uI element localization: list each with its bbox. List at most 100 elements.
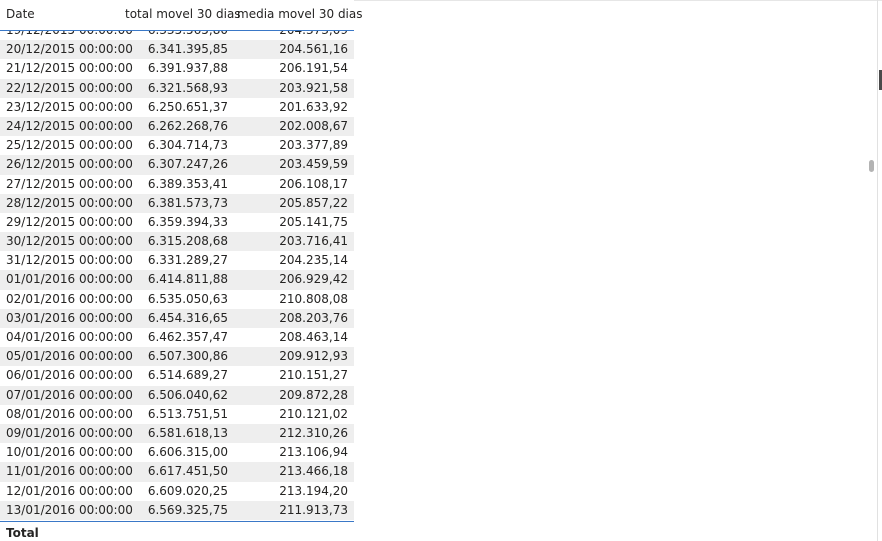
column-header-date[interactable]: Date	[6, 7, 35, 21]
cell-media-movel: 204.235,14	[279, 253, 348, 268]
cell-date: 29/12/2015 00:00:00	[6, 214, 133, 229]
cell-media-movel: 206.191,54	[279, 61, 348, 76]
table-row[interactable]: 06/01/2016 00:00:00 6.514.689,27 210.151,2…	[0, 366, 354, 385]
column-header-total-movel[interactable]: total movel 30 dias	[125, 7, 241, 21]
cell-date: 23/12/2015 00:00:00	[6, 99, 133, 114]
cell-media-movel: 210.808,08	[279, 291, 348, 306]
cell-total-movel: 6.514.689,27	[147, 368, 228, 383]
cell-media-movel: 203.459,59	[279, 157, 348, 172]
table-row[interactable]: 02/01/2016 00:00:00 6.535.050,63 210.808,0…	[0, 290, 354, 309]
cell-date: 08/01/2016 00:00:00	[6, 406, 133, 421]
cell-media-movel: 206.929,42	[279, 272, 348, 287]
cell-media-movel: 205.141,75	[279, 214, 348, 229]
cell-total-movel: 6.341.395,85	[147, 42, 228, 57]
cell-total-movel: 6.535.050,63	[147, 291, 228, 306]
table-row[interactable]: 12/01/2016 00:00:00 6.609.020,25 213.194,2…	[0, 482, 354, 501]
cell-media-movel: 202.008,67	[279, 118, 348, 133]
cell-date: 10/01/2016 00:00:00	[6, 445, 133, 460]
cell-total-movel: 6.609.020,25	[147, 483, 228, 498]
cell-date: 05/01/2016 00:00:00	[6, 349, 133, 364]
cell-media-movel: 208.203,76	[279, 310, 348, 325]
cell-total-movel: 6.513.751,51	[147, 406, 228, 421]
table-body[interactable]: 19/12/2015 00:00:00 6.335.565,80 204.373,0…	[0, 31, 354, 520]
table-row[interactable]: 30/12/2015 00:00:00 6.315.208,68 203.716,4…	[0, 232, 354, 252]
column-header-media-movel[interactable]: media movel 30 dias	[237, 7, 363, 21]
total-label: Total	[6, 526, 39, 540]
cell-date: 12/01/2016 00:00:00	[6, 483, 133, 498]
cell-media-movel: 209.912,93	[279, 349, 348, 364]
cell-date: 03/01/2016 00:00:00	[6, 310, 133, 325]
table-row[interactable]: 04/01/2016 00:00:00 6.462.357,47 208.463,1…	[0, 328, 354, 347]
cell-date: 11/01/2016 00:00:00	[6, 464, 133, 479]
table-row[interactable]: 13/01/2016 00:00:00 6.569.325,75 211.913,7…	[0, 500, 354, 520]
cell-media-movel: 209.872,28	[279, 387, 348, 402]
visual-edge-divider	[877, 0, 878, 541]
cell-date: 09/01/2016 00:00:00	[6, 425, 133, 440]
table-row[interactable]: 25/12/2015 00:00:00 6.304.714,73 203.377,8…	[0, 136, 354, 155]
cell-date: 20/12/2015 00:00:00	[6, 42, 133, 57]
table-header: Date total movel 30 dias media movel 30 …	[0, 0, 363, 31]
cell-media-movel: 203.921,58	[279, 80, 348, 95]
cell-date: 25/12/2015 00:00:00	[6, 138, 133, 153]
cell-total-movel: 6.307.247,26	[147, 157, 228, 172]
table-row[interactable]: 01/01/2016 00:00:00 6.414.811,88 206.929,4…	[0, 270, 354, 290]
table-row[interactable]: 11/01/2016 00:00:00 6.617.451,50 213.466,1…	[0, 462, 354, 482]
cell-total-movel: 6.606.315,00	[147, 445, 228, 460]
table-row[interactable]: 21/12/2015 00:00:00 6.391.937,88 206.191,5…	[0, 59, 354, 78]
cell-media-movel: 205.857,22	[279, 195, 348, 210]
cell-date: 31/12/2015 00:00:00	[6, 253, 133, 268]
cell-media-movel: 210.121,02	[279, 406, 348, 421]
scrollbar-thumb[interactable]	[869, 160, 874, 172]
table-row[interactable]: 05/01/2016 00:00:00 6.507.300,86 209.912,9…	[0, 347, 354, 367]
table-row[interactable]: 22/12/2015 00:00:00 6.321.568,93 203.921,5…	[0, 78, 354, 98]
header-divider	[354, 0, 882, 1]
table-row[interactable]: 27/12/2015 00:00:00 6.389.353,41 206.108,1…	[0, 175, 354, 194]
table-row[interactable]: 23/12/2015 00:00:00 6.250.651,37 201.633,9…	[0, 98, 354, 117]
vertical-scrollbar[interactable]	[868, 0, 876, 541]
cell-total-movel: 6.391.937,88	[147, 61, 228, 76]
cell-total-movel: 6.581.618,13	[147, 425, 228, 440]
table-row[interactable]: 29/12/2015 00:00:00 6.359.394,33 205.141,7…	[0, 213, 354, 232]
cell-media-movel: 203.377,89	[279, 138, 348, 153]
table-row[interactable]: 07/01/2016 00:00:00 6.506.040,62 209.872,2…	[0, 385, 354, 405]
table-row[interactable]: 20/12/2015 00:00:00 6.341.395,85 204.561,1…	[0, 40, 354, 60]
table-rows: 19/12/2015 00:00:00 6.335.565,80 204.373,0…	[0, 31, 354, 520]
cell-total-movel: 6.304.714,73	[147, 138, 228, 153]
cell-date: 21/12/2015 00:00:00	[6, 61, 133, 76]
cell-total-movel: 6.321.568,93	[147, 80, 228, 95]
cell-total-movel: 6.462.357,47	[147, 330, 228, 344]
cell-date: 30/12/2015 00:00:00	[6, 234, 133, 249]
table-row[interactable]: 26/12/2015 00:00:00 6.307.247,26 203.459,5…	[0, 155, 354, 175]
cell-date: 27/12/2015 00:00:00	[6, 176, 133, 191]
cell-total-movel: 6.617.451,50	[147, 464, 228, 479]
table-row[interactable]: 31/12/2015 00:00:00 6.331.289,27 204.235,1…	[0, 251, 354, 270]
cell-total-movel: 6.414.811,88	[147, 272, 228, 287]
cell-media-movel: 208.463,14	[279, 330, 348, 344]
cell-media-movel: 210.151,27	[279, 368, 348, 383]
cell-media-movel: 204.373,09	[279, 31, 348, 37]
table-row[interactable]: 24/12/2015 00:00:00 6.262.268,76 202.008,6…	[0, 116, 354, 137]
cell-media-movel: 213.466,18	[279, 464, 348, 479]
cell-media-movel: 211.913,73	[279, 502, 348, 517]
table-row[interactable]: 09/01/2016 00:00:00 6.581.618,13 212.310,2…	[0, 423, 354, 444]
cell-total-movel: 6.359.394,33	[147, 214, 228, 229]
cell-media-movel: 204.561,16	[279, 42, 348, 57]
cell-total-movel: 6.569.325,75	[147, 502, 228, 517]
cell-media-movel: 201.633,92	[279, 99, 348, 114]
cell-date: 04/01/2016 00:00:00	[6, 330, 133, 344]
table-row[interactable]: 03/01/2016 00:00:00 6.454.316,65 208.203,7…	[0, 308, 354, 328]
cell-total-movel: 6.335.565,80	[148, 31, 228, 37]
table-row[interactable]: 10/01/2016 00:00:00 6.606.315,00 213.106,9…	[0, 443, 354, 462]
cell-date: 26/12/2015 00:00:00	[6, 157, 133, 172]
cell-date: 02/01/2016 00:00:00	[6, 291, 133, 306]
cell-date: 28/12/2015 00:00:00	[6, 195, 133, 210]
cell-total-movel: 6.250.651,37	[147, 99, 228, 114]
cell-total-movel: 6.331.289,27	[147, 253, 228, 268]
cell-date: 01/01/2016 00:00:00	[6, 272, 133, 287]
table-row[interactable]: 28/12/2015 00:00:00 6.381.573,73 205.857,2…	[0, 193, 354, 213]
cell-media-movel: 203.716,41	[279, 234, 348, 249]
table-row[interactable]: 08/01/2016 00:00:00 6.513.751,51 210.121,0…	[0, 405, 354, 424]
cell-total-movel: 6.381.573,73	[147, 195, 228, 210]
table-row[interactable]: 19/12/2015 00:00:00 6.335.565,80 204.373,0…	[0, 31, 354, 40]
total-row: Total	[0, 521, 354, 541]
